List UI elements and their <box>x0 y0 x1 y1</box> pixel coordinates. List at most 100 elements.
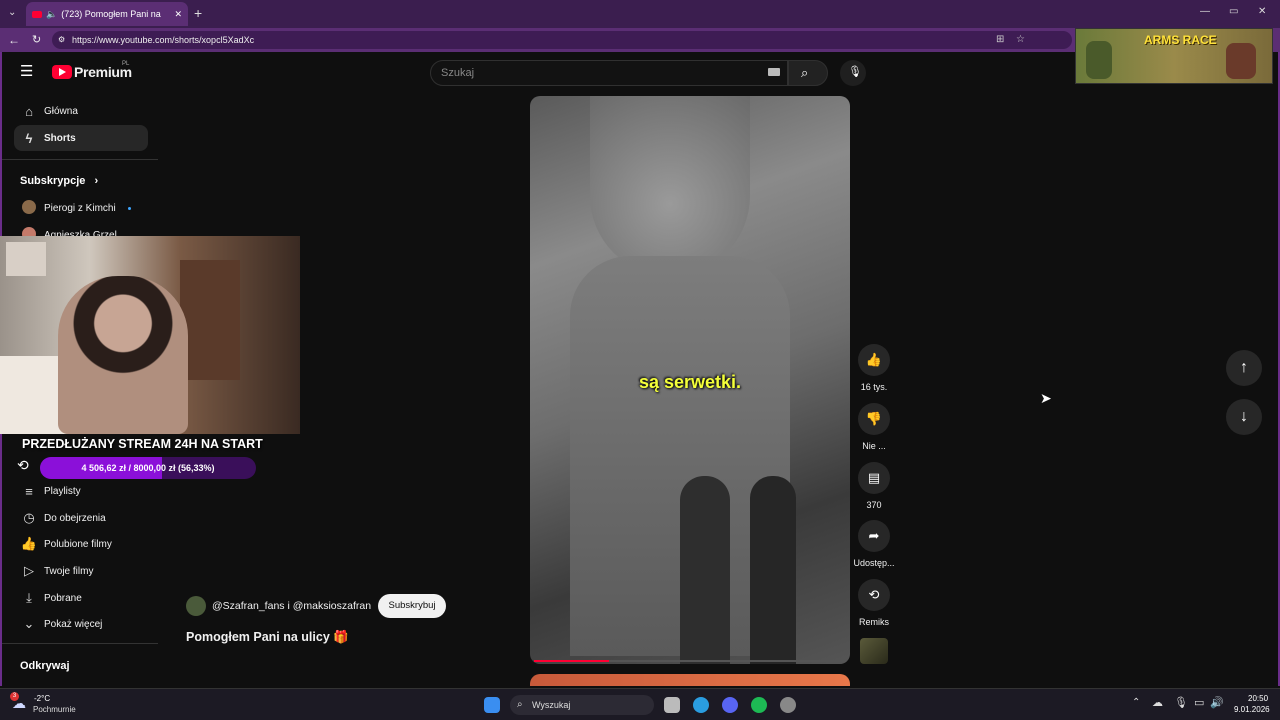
thumb-down-icon[interactable]: 👎 <box>858 403 890 435</box>
chevron-up-icon[interactable]: ⌃ <box>1132 697 1140 708</box>
short-video-player[interactable]: są serwetki. <box>530 96 850 664</box>
browser-tab-bar: ⌄ 🔈 (723) Pomogłem Pani na ulicy ✕ + — ▭… <box>0 0 1280 28</box>
sidebar-item-shorts[interactable]: ϟ Shorts <box>14 125 148 151</box>
discord-icon[interactable] <box>722 697 738 713</box>
favorite-star-icon[interactable]: ☆ <box>1016 31 1025 49</box>
apps-icon[interactable]: ⊞ <box>996 31 1004 49</box>
site-info-icon[interactable]: ⚙ <box>58 31 65 49</box>
sidebar-item-label: Twoje filmy <box>44 565 94 577</box>
sidebar-divider <box>2 159 158 160</box>
comments-action[interactable]: ▤ 370 <box>852 462 896 510</box>
restore-button[interactable]: ▭ <box>1229 6 1238 17</box>
comment-count: 370 <box>866 500 882 510</box>
clock-time[interactable]: 20:50 <box>1248 694 1268 703</box>
tab-close-icon[interactable]: ✕ <box>174 9 182 20</box>
subscriptions-label: Subskrypcje <box>20 175 86 187</box>
search-icon: ⌕ <box>801 65 809 80</box>
next-short-button[interactable]: ↓ <box>1226 399 1262 435</box>
microphone-icon[interactable]: 🎙 <box>1174 696 1188 709</box>
minimize-button[interactable]: — <box>1200 6 1210 17</box>
clock-icon: ◷ <box>23 510 35 525</box>
thumb-up-icon[interactable]: 👍 <box>858 344 890 376</box>
sidebar-item-playlists[interactable]: ≡ Playlisty <box>14 478 148 504</box>
voice-search-button[interactable]: 🎙 <box>840 60 866 86</box>
video-figure-hood <box>590 96 750 276</box>
tab-list-chevron-icon[interactable]: ⌄ <box>8 7 16 18</box>
sidebar-item-label: Główna <box>44 105 78 117</box>
clock-date[interactable]: 9.01.2026 <box>1234 705 1270 714</box>
share-action[interactable]: ➦ Udostęp... <box>852 520 896 568</box>
sidebar-item-downloads[interactable]: ⤓ Pobrane <box>14 585 148 611</box>
sidebar-item-show-more[interactable]: ⌄ Pokaż więcej <box>14 611 148 637</box>
new-tab-button[interactable]: + <box>194 5 202 21</box>
mouse-cursor-icon: ➤ <box>1040 390 1052 406</box>
history-icon: ⟲ <box>17 457 29 473</box>
stream-title: PRZEDŁUŻANY STREAM 24H NA START <box>22 437 263 451</box>
subscribe-button[interactable]: Subskrybuj <box>378 594 446 618</box>
tab-title: (723) Pomogłem Pani na ulicy <box>61 9 161 19</box>
taskbar-search[interactable]: ⌕ Wyszukaj <box>510 695 654 715</box>
thumb-up-icon: 👍 <box>20 536 38 551</box>
sidebar-item-watch-later[interactable]: ◷ Do obejrzenia <box>14 505 148 531</box>
display-icon[interactable]: ▭ <box>1194 696 1204 709</box>
menu-hamburger-icon[interactable]: ☰ <box>20 62 33 80</box>
remix-label: Remiks <box>858 617 889 627</box>
windows-taskbar: ☁ 3 -2°C Pochmurnie ⌕ Wyszukaj ⌃ ☁ 🎙 ▭ 🔊… <box>0 688 1280 720</box>
remix-icon[interactable]: ⟲ <box>858 579 890 611</box>
youtube-logo-icon[interactable] <box>52 65 72 79</box>
weather-badge: 3 <box>10 692 19 701</box>
volume-icon[interactable]: 🔊 <box>1210 696 1224 709</box>
webcam-overlay <box>0 236 300 434</box>
subscriptions-header[interactable]: Subskrypcje › <box>20 175 98 187</box>
home-icon: ⌂ <box>25 103 33 119</box>
channel-names[interactable]: @Szafran_fans i @maksioszafran <box>212 600 371 612</box>
speaker-icon[interactable]: 🔈 <box>46 9 57 20</box>
cloud-icon[interactable]: ☁ <box>1152 696 1163 709</box>
background-shelf <box>180 260 240 380</box>
reload-icon[interactable]: ↻ <box>32 33 41 46</box>
address-bar[interactable]: ⚙ https://www.youtube.com/shorts/xopcl5X… <box>52 31 1072 49</box>
weather-temp: -2°C <box>34 694 51 703</box>
soldier-sprite <box>1086 41 1112 79</box>
video-bollard <box>750 476 796 664</box>
like-action[interactable]: 👍 16 tys. <box>852 344 896 392</box>
file-explorer-icon[interactable] <box>664 697 680 713</box>
browser-tab[interactable]: 🔈 (723) Pomogłem Pani na ulicy ✕ <box>26 2 188 26</box>
microphone-icon: 🎙 <box>848 66 862 78</box>
search-input[interactable]: Szukaj <box>430 60 788 86</box>
sound-thumbnail[interactable] <box>860 638 888 664</box>
search-button[interactable]: ⌕ <box>788 60 828 86</box>
share-label: Udostęp... <box>853 558 895 568</box>
sidebar-item-your-videos[interactable]: ▷ Twoje filmy <box>14 558 148 584</box>
soldier-sprite <box>1226 43 1256 79</box>
sidebar-item-label: Do obejrzenia <box>44 512 106 524</box>
shorts-icon: ϟ <box>25 130 33 146</box>
playlist-icon: ≡ <box>25 483 33 499</box>
sidebar-item-liked[interactable]: 👍 Polubione filmy <box>14 531 148 557</box>
spotify-icon[interactable] <box>751 697 767 713</box>
chevron-down-icon: ⌄ <box>23 616 35 631</box>
remix-action[interactable]: ⟲ Remiks <box>852 579 896 627</box>
keyboard-icon[interactable] <box>768 68 780 76</box>
channel-avatar[interactable] <box>186 596 206 616</box>
region-code: PL <box>122 61 130 67</box>
dislike-action[interactable]: 👎 Nie ... <box>852 403 896 451</box>
new-content-dot <box>127 206 131 210</box>
taskbar-search-label: Wyszukaj <box>532 700 571 710</box>
steam-icon[interactable] <box>780 697 796 713</box>
sidebar-item-label: Pobrane <box>44 592 82 604</box>
close-window-button[interactable]: ✕ <box>1258 6 1266 17</box>
arrow-down-icon: ↓ <box>1240 408 1248 425</box>
edge-browser-icon[interactable] <box>693 697 709 713</box>
comment-icon[interactable]: ▤ <box>858 462 890 494</box>
back-arrow-icon[interactable]: ← <box>8 33 20 47</box>
sidebar-item-subscription[interactable]: Pierogi z Kimchi <box>14 195 148 221</box>
next-short-preview[interactable] <box>530 674 850 686</box>
previous-short-button[interactable]: ↑ <box>1226 350 1262 386</box>
donation-goal-bar: 4 506,62 zł / 8000,00 zł (56,33%) <box>40 457 256 479</box>
video-progress-bar[interactable] <box>534 660 846 662</box>
share-icon[interactable]: ➦ <box>858 520 890 552</box>
sidebar-item-home[interactable]: ⌂ Główna <box>14 98 148 124</box>
youtube-favicon-icon <box>32 10 42 18</box>
windows-start-icon[interactable] <box>484 697 500 713</box>
